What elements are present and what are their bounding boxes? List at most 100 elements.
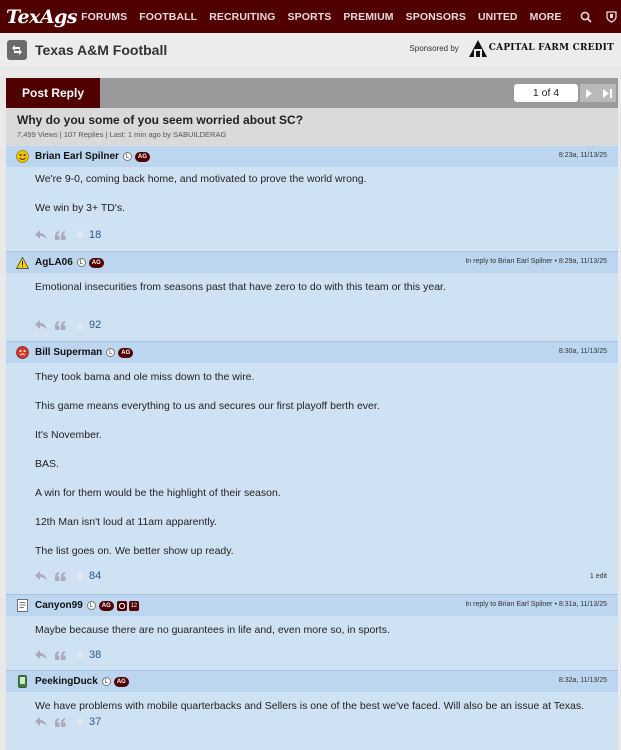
nav-football[interactable]: FOOTBALL — [139, 11, 197, 23]
sponsor-logo[interactable]: CAPITAL FARM CREDIT — [467, 37, 614, 59]
post-timestamp[interactable]: 8:32a, 11/13/25 — [559, 677, 607, 684]
post-timestamp[interactable]: 8:30a, 11/13/25 — [559, 348, 607, 355]
post-text: 12th Man isn't loud at 11am apparently. — [35, 516, 217, 528]
post-body: Emotional insecurities from seasons past… — [6, 273, 618, 294]
quote-icon[interactable] — [55, 571, 66, 581]
sponsored-by-label: Sponsored by — [409, 43, 459, 53]
nav-sponsors[interactable]: SPONSORS — [406, 11, 466, 23]
post-text: Emotional insecurities from seasons past… — [35, 281, 446, 293]
ag-badge: AG — [98, 600, 114, 611]
star-count: 38 — [89, 649, 102, 661]
thread-container: Post Reply 1 of 4 Why do you some of you… — [6, 78, 618, 750]
post-text: BAS. — [35, 458, 59, 470]
post-actions: 92 — [35, 319, 101, 331]
quote-icon[interactable] — [55, 230, 66, 240]
star-count: 92 — [89, 319, 102, 331]
edit-count[interactable]: 1 edit — [590, 573, 607, 580]
post-header: PeekingDuck L AG 8:32a, 11/13/25 — [6, 671, 618, 692]
post-body: We're 9-0, coming back home, and motivat… — [6, 167, 618, 215]
post: Bill Superman L AG 8:30a, 11/13/25 They … — [6, 341, 618, 594]
ring-icon — [116, 600, 127, 611]
nav-forums[interactable]: FORUMS — [81, 11, 127, 23]
back-arrows-icon[interactable] — [7, 40, 27, 60]
post-text: A win for them would be the highlight of… — [35, 487, 281, 499]
ag-badge: AG — [134, 151, 150, 162]
nav-sports[interactable]: SPORTS — [288, 11, 332, 23]
post-timestamp[interactable]: In reply to Brian Earl Spilner • 8:31a, … — [465, 601, 607, 608]
legacy-badge: L — [86, 601, 96, 610]
phone-icon[interactable] — [15, 675, 29, 689]
quote-icon[interactable] — [55, 650, 66, 660]
red-face-icon[interactable] — [15, 346, 29, 360]
reply-arrow-icon[interactable] — [35, 717, 47, 727]
quote-icon[interactable] — [55, 320, 66, 330]
legacy-badge: L — [101, 677, 111, 686]
star-count: 37 — [89, 716, 102, 728]
play-icon — [586, 88, 592, 98]
post-text: It's November. — [35, 429, 102, 441]
post: PeekingDuck L AG 8:32a, 11/13/25 We have… — [6, 670, 618, 750]
post-text: Maybe because there are no guarantees in… — [35, 624, 390, 636]
thread-meta: 7,499 Views | 107 Replies | Last: 1 min … — [17, 130, 227, 139]
site-logo[interactable]: TexAgs — [6, 6, 78, 28]
reply-arrow-icon[interactable] — [35, 230, 47, 240]
post-body: They took bama and ole miss down to the … — [6, 363, 618, 558]
next-page-button[interactable] — [580, 84, 598, 102]
post-actions: 37 — [35, 716, 101, 728]
post-actions: 84 — [35, 570, 101, 582]
post-reply-button[interactable]: Post Reply — [6, 78, 100, 108]
sponsor-name: CAPITAL FARM CREDIT — [488, 43, 614, 53]
post-text: They took bama and ole miss down to the … — [35, 371, 255, 383]
thread-toolbar: Post Reply 1 of 4 — [6, 78, 618, 108]
post-body: We have problems with mobile quarterback… — [6, 692, 618, 713]
reply-arrow-icon[interactable] — [35, 650, 47, 660]
star-icon[interactable] — [74, 319, 86, 331]
post-text: We have problems with mobile quarterback… — [35, 700, 585, 712]
post-text: We're 9-0, coming back home, and motivat… — [35, 173, 367, 185]
post-header: Canyon99 L AG 12 In reply to Brian Earl … — [6, 595, 618, 616]
forum-header: Texas A&M Football Sponsored by CAPITAL … — [0, 33, 621, 67]
nav-recruiting[interactable]: RECRUITING — [209, 11, 275, 23]
shield-icon[interactable] — [604, 9, 620, 25]
ag-badge: AG — [88, 257, 104, 268]
legacy-badge: L — [76, 258, 86, 267]
post-timestamp[interactable]: In reply to Brian Earl Spilner • 8:29a, … — [465, 258, 607, 265]
thread-title: Why do you some of you seem worried abou… — [17, 113, 304, 127]
skip-end-icon — [602, 88, 612, 98]
post-text: The list goes on. We better show up read… — [35, 545, 234, 557]
star-icon[interactable] — [74, 716, 86, 728]
building-icon — [468, 40, 487, 57]
twelfth-man-badge: 12 — [128, 600, 139, 611]
nav-united[interactable]: UNITED — [478, 11, 518, 23]
reply-arrow-icon[interactable] — [35, 320, 47, 330]
star-count: 84 — [89, 570, 102, 582]
reply-arrow-icon[interactable] — [35, 571, 47, 581]
document-icon[interactable] — [15, 599, 29, 613]
quote-icon[interactable] — [55, 717, 66, 727]
legacy-badge: L — [122, 152, 132, 161]
warning-sign-icon[interactable] — [15, 256, 29, 270]
post: Canyon99 L AG 12 In reply to Brian Earl … — [6, 594, 618, 670]
post-text: This game means everything to us and sec… — [35, 400, 380, 412]
username[interactable]: Brian Earl Spilner — [35, 151, 119, 162]
last-page-button[interactable] — [598, 84, 616, 102]
nav-premium[interactable]: PREMIUM — [343, 11, 393, 23]
post-timestamp[interactable]: 8:23a, 11/13/25 — [559, 152, 607, 159]
forum-title[interactable]: Texas A&M Football — [35, 42, 167, 58]
search-icon[interactable] — [578, 9, 594, 25]
username[interactable]: Canyon99 — [35, 600, 83, 611]
page-selector[interactable]: 1 of 4 — [514, 84, 578, 102]
ag-badge: AG — [113, 676, 129, 687]
username[interactable]: AgLA06 — [35, 257, 73, 268]
sponsor-block[interactable]: Sponsored by CAPITAL FARM CREDIT — [409, 37, 614, 59]
star-icon[interactable] — [74, 229, 86, 241]
star-icon[interactable] — [74, 570, 86, 582]
post: Brian Earl Spilner L AG 8:23a, 11/13/25 … — [6, 146, 618, 251]
username[interactable]: PeekingDuck — [35, 676, 98, 687]
username[interactable]: Bill Superman — [35, 347, 102, 358]
post-header: Bill Superman L AG 8:30a, 11/13/25 — [6, 342, 618, 363]
nav-more[interactable]: MORE — [530, 11, 562, 23]
star-icon[interactable] — [74, 649, 86, 661]
post-header: AgLA06 L AG In reply to Brian Earl Spiln… — [6, 252, 618, 273]
smiley-face-icon[interactable] — [15, 150, 29, 164]
